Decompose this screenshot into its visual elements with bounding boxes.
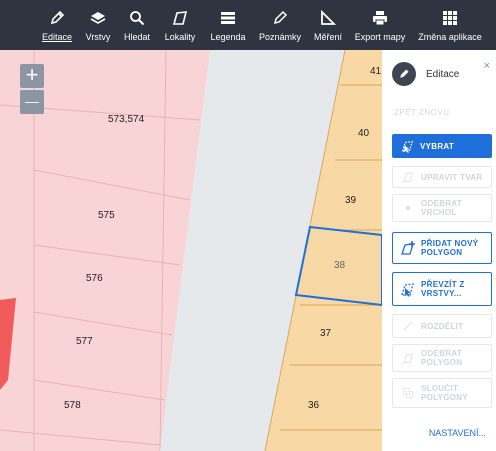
parcel-label: 577 xyxy=(76,336,93,347)
main-toolbar: Editace Vrstvy Hledat Lokality Legenda P… xyxy=(0,0,496,50)
toolbar-item-label: Lokality xyxy=(164,32,196,42)
copy-from-layer-icon xyxy=(399,281,417,297)
parcel-label: 578 xyxy=(64,400,81,411)
vybrat-label: VYBRAT xyxy=(420,141,455,151)
toolbar-item-label: Poznámky xyxy=(258,32,302,42)
odebrat-polygon-label: ODEBRAT POLYGON xyxy=(421,349,463,367)
sloucit-polygony-label: SLOUČIT POLYGONY xyxy=(421,384,469,402)
prevzit-z-vrstvy-label: PŘEVZÍT Z VRSTVY... xyxy=(421,280,465,298)
printer-icon xyxy=(349,8,411,28)
pridat-novy-polygon-button[interactable]: PŘIDAT NOVÝ POLYGON xyxy=(392,232,492,264)
parcel-label: 39 xyxy=(345,195,357,206)
edit-shape-icon xyxy=(399,169,417,185)
layers-icon xyxy=(79,8,117,28)
toolbar-hledat-button[interactable]: Hledat xyxy=(117,0,157,50)
zoom-in-button[interactable]: + xyxy=(20,64,44,88)
legend-icon xyxy=(203,8,253,28)
measure-icon xyxy=(307,8,349,28)
parcel-label: 575 xyxy=(98,210,115,221)
toolbar-mereni-button[interactable]: Měření xyxy=(307,0,349,50)
toolbar-vrstvy-button[interactable]: Vrstvy xyxy=(79,0,117,50)
editace-panel: Editace × ZPĚT ZNOVU VYBRAT UPRAVIT TVAR… xyxy=(382,50,496,451)
toolbar-item-label: Hledat xyxy=(123,32,150,42)
prevzit-z-vrstvy-button[interactable]: PŘEVZÍT Z VRSTVY... xyxy=(392,272,492,306)
apps-icon xyxy=(411,8,489,28)
panel-title: Editace xyxy=(426,68,460,80)
nastaveni-link[interactable]: NASTAVENÍ... xyxy=(429,428,486,438)
rozdelit-label: ROZDĚLIT xyxy=(421,321,464,331)
odebrat-vrchol-button[interactable]: ODEBRAT VRCHOL xyxy=(392,194,492,222)
remove-polygon-icon xyxy=(399,350,417,366)
parcel-layer xyxy=(0,50,382,451)
parcel-label: 40 xyxy=(358,128,370,139)
map-canvas[interactable]: + — 573,574 575 576 577 578 40 39 38 37 … xyxy=(0,50,382,451)
parcel-label: 41 xyxy=(370,66,382,77)
toolbar-item-label: Export mapy xyxy=(354,32,406,42)
select-cursor-icon xyxy=(398,138,416,154)
panel-header: Editace xyxy=(392,62,459,86)
remove-vertex-icon xyxy=(399,200,417,216)
upravit-tvar-label: UPRAVIT TVAR xyxy=(421,172,483,182)
parcel-label: 36 xyxy=(308,400,320,411)
toolbar-lokality-button[interactable]: Lokality xyxy=(157,0,203,50)
add-polygon-icon xyxy=(399,240,417,256)
toolbar-export-button[interactable]: Export mapy xyxy=(349,0,411,50)
odebrat-polygon-button[interactable]: ODEBRAT POLYGON xyxy=(392,344,492,372)
toolbar-item-label: Editace xyxy=(41,32,73,42)
parcel-label: 37 xyxy=(320,328,332,339)
rozdelit-button[interactable]: ROZDĚLIT xyxy=(392,314,492,338)
parcel-label: 576 xyxy=(86,273,103,284)
upravit-tvar-button[interactable]: UPRAVIT TVAR xyxy=(392,166,492,188)
vybrat-button[interactable]: VYBRAT xyxy=(392,134,492,158)
toolbar-legenda-button[interactable]: Legenda xyxy=(203,0,253,50)
sloucit-polygony-button[interactable]: SLOUČIT POLYGONY xyxy=(392,378,492,408)
toolbar-item-label: Vrstvy xyxy=(85,32,111,42)
parcel-label: 573,574 xyxy=(108,114,145,125)
note-icon xyxy=(253,8,307,28)
close-icon[interactable]: × xyxy=(484,60,490,72)
pridat-novy-polygon-label: PŘIDAT NOVÝ POLYGON xyxy=(421,239,479,257)
toolbar-editace-button[interactable]: Editace xyxy=(35,0,79,50)
toolbar-item-label: Měření xyxy=(313,32,342,42)
zoom-out-button[interactable]: — xyxy=(20,90,44,114)
pencil-icon xyxy=(392,62,416,86)
undo-redo-disabled: ZPĚT ZNOVU xyxy=(394,108,450,117)
merge-polygons-icon xyxy=(399,385,417,401)
odebrat-vrchol-label: ODEBRAT VRCHOL xyxy=(421,199,463,217)
toolbar-poznamky-button[interactable]: Poznámky xyxy=(253,0,307,50)
toolbar-item-label: Změna aplikace xyxy=(418,32,482,42)
search-icon xyxy=(117,8,157,28)
split-icon xyxy=(399,318,417,334)
toolbar-zmena-aplikace-button[interactable]: Změna aplikace xyxy=(411,0,489,50)
toolbar-item-label: Legenda xyxy=(210,32,246,42)
polygon-icon xyxy=(157,8,203,28)
pencil-icon xyxy=(35,8,79,28)
parcel-label-selected: 38 xyxy=(334,260,346,271)
